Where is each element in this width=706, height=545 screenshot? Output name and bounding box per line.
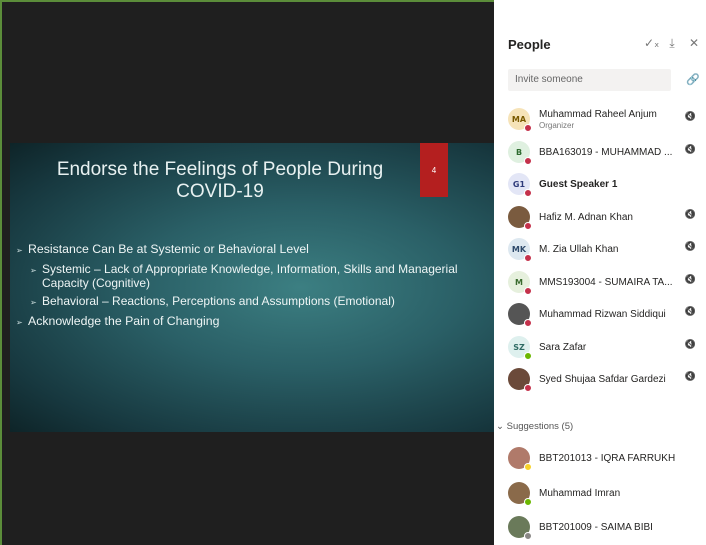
slide-bullets: ➢ Resistance Can Be at Systemic or Behavi… bbox=[16, 242, 486, 334]
participant-row[interactable]: Muhammad Rizwan Siddiqui 🔇 bbox=[508, 299, 706, 329]
avatar bbox=[508, 482, 532, 506]
panel-title: People bbox=[508, 37, 551, 52]
presence-status-icon bbox=[524, 124, 532, 132]
presence-status-icon bbox=[524, 352, 532, 360]
slide-number: 4 bbox=[420, 143, 448, 197]
participant-name-text: Sara Zafar bbox=[539, 341, 587, 353]
mute-all-icon[interactable]: ✓ₓ bbox=[644, 36, 659, 51]
suggestion-name: BBT201013 - IQRA FARRUKH bbox=[539, 452, 676, 464]
participant-row[interactable]: G1 Guest Speaker 1 bbox=[508, 169, 706, 199]
participant-name: BBA163019 - MUHAMMAD ... bbox=[539, 147, 681, 158]
avatar: SZ bbox=[508, 336, 532, 360]
presence-status-icon bbox=[524, 319, 532, 327]
participant-row[interactable]: Hafiz M. Adnan Khan 🔇 bbox=[508, 202, 706, 232]
participant-row[interactable]: SZ Sara Zafar 🔇 bbox=[508, 332, 706, 362]
mic-off-icon: 🔇 bbox=[684, 112, 696, 122]
meeting-window: Endorse the Feelings of People During CO… bbox=[0, 0, 706, 545]
suggestion-row[interactable]: Muhammad Imran bbox=[508, 478, 706, 508]
participant-name-text: Muhammad Rizwan Siddiqui bbox=[539, 308, 666, 320]
participant-name-text: M. Zia Ullah Khan bbox=[539, 243, 619, 255]
presence-status-icon bbox=[524, 463, 532, 471]
avatar bbox=[508, 447, 532, 471]
participant-row[interactable]: MA Muhammad Raheel Anjum Organizer 🔇 bbox=[508, 104, 706, 134]
mic-off-icon: 🔇 bbox=[684, 145, 696, 155]
presence-status-icon bbox=[524, 222, 532, 230]
invite-input[interactable]: Invite someone bbox=[508, 69, 671, 91]
suggestion-row[interactable]: BBT201009 - SAIMA BIBI bbox=[508, 512, 706, 542]
participant-name: M. Zia Ullah Khan bbox=[539, 244, 681, 255]
avatar bbox=[508, 516, 532, 540]
presence-status-icon bbox=[524, 189, 532, 197]
participant-name-text: Syed Shujaa Safdar Gardezi bbox=[539, 373, 666, 385]
suggestions-header[interactable]: ⌄ Suggestions (5) bbox=[496, 421, 573, 432]
participant-name-text: BBA163019 - MUHAMMAD ... bbox=[539, 146, 673, 158]
participant-name: Hafiz M. Adnan Khan bbox=[539, 212, 681, 223]
share-invite-icon[interactable]: 🔗 bbox=[686, 73, 700, 86]
avatar: G1 bbox=[508, 173, 532, 197]
suggestion-name: Muhammad Imran bbox=[539, 487, 621, 499]
participant-row[interactable]: M MMS193004 - SUMAIRA TA... 🔇 bbox=[508, 267, 706, 297]
mic-off-icon: 🔇 bbox=[684, 210, 696, 220]
avatar bbox=[508, 368, 532, 392]
bullet-item: ➢ Behavioral – Reactions, Perceptions and… bbox=[30, 294, 395, 308]
mic-off-icon: 🔇 bbox=[684, 340, 696, 350]
presence-status-icon bbox=[524, 498, 532, 506]
participant-name: Guest Speaker 1 bbox=[539, 179, 681, 190]
bullet-item: ➢ Resistance Can Be at Systemic or Behavi… bbox=[16, 242, 309, 256]
presence-status-icon bbox=[524, 384, 532, 392]
presence-status-icon bbox=[524, 287, 532, 295]
bullet-arrow-icon: ➢ bbox=[30, 266, 37, 275]
bullet-arrow-icon: ➢ bbox=[16, 246, 23, 255]
participant-name-text: Muhammad Raheel Anjum bbox=[539, 108, 657, 120]
presence-status-icon bbox=[524, 254, 532, 262]
participant-name-text: Hafiz M. Adnan Khan bbox=[539, 211, 633, 223]
mic-off-icon: 🔇 bbox=[684, 275, 696, 285]
bullet-item: ➢ Acknowledge the Pain of Changing bbox=[16, 314, 220, 328]
participant-name-text: MMS193004 - SUMAIRA TA... bbox=[539, 276, 673, 288]
presence-status-icon bbox=[524, 157, 532, 165]
participant-name: Muhammad Rizwan Siddiqui bbox=[539, 309, 681, 320]
mic-off-icon: 🔇 bbox=[684, 372, 696, 382]
participant-row[interactable]: B BBA163019 - MUHAMMAD ... 🔇 bbox=[508, 137, 706, 167]
suggestion-row[interactable]: BBT201013 - IQRA FARRUKH bbox=[508, 443, 706, 473]
participant-row[interactable]: Syed Shujaa Safdar Gardezi 🔇 bbox=[508, 364, 706, 394]
close-icon[interactable]: ✕ bbox=[688, 36, 700, 51]
shared-content-stage: Endorse the Feelings of People During CO… bbox=[2, 2, 494, 545]
avatar: MK bbox=[508, 238, 532, 262]
participant-name-text: Guest Speaker 1 bbox=[539, 178, 618, 190]
avatar: B bbox=[508, 141, 532, 165]
suggestion-name: BBT201009 - SAIMA BIBI bbox=[539, 521, 653, 533]
avatar: M bbox=[508, 271, 532, 295]
presence-status-icon bbox=[524, 532, 532, 540]
avatar bbox=[508, 206, 532, 230]
participant-name: Syed Shujaa Safdar Gardezi bbox=[539, 374, 681, 385]
chevron-down-icon: ⌄ bbox=[496, 421, 504, 432]
avatar: MA bbox=[508, 108, 532, 132]
bullet-arrow-icon: ➢ bbox=[16, 318, 23, 327]
presentation-slide: Endorse the Feelings of People During CO… bbox=[10, 143, 494, 432]
participant-role: Organizer bbox=[539, 120, 575, 130]
download-icon[interactable]: ⤓ bbox=[666, 36, 678, 51]
bullet-arrow-icon: ➢ bbox=[30, 298, 37, 307]
avatar bbox=[508, 303, 532, 327]
participant-name: Muhammad Raheel Anjum Organizer bbox=[539, 109, 681, 130]
sub-bullets: ➢ Systemic – Lack of Appropriate Knowledg… bbox=[16, 262, 486, 310]
panel-header-actions: ✓ₓ ⤓ ✕ bbox=[644, 36, 700, 51]
slide-title: Endorse the Feelings of People During CO… bbox=[56, 159, 384, 202]
mic-off-icon: 🔇 bbox=[684, 307, 696, 317]
participant-row[interactable]: MK M. Zia Ullah Khan 🔇 bbox=[508, 234, 706, 264]
participant-name: MMS193004 - SUMAIRA TA... bbox=[539, 277, 681, 288]
participant-name: Sara Zafar bbox=[539, 342, 681, 353]
people-panel: People ✓ₓ ⤓ ✕ Invite someone 🔗 MA Muhamma… bbox=[494, 0, 706, 545]
mic-off-icon: 🔇 bbox=[684, 242, 696, 252]
bullet-item: ➢ Systemic – Lack of Appropriate Knowledg… bbox=[30, 262, 458, 290]
